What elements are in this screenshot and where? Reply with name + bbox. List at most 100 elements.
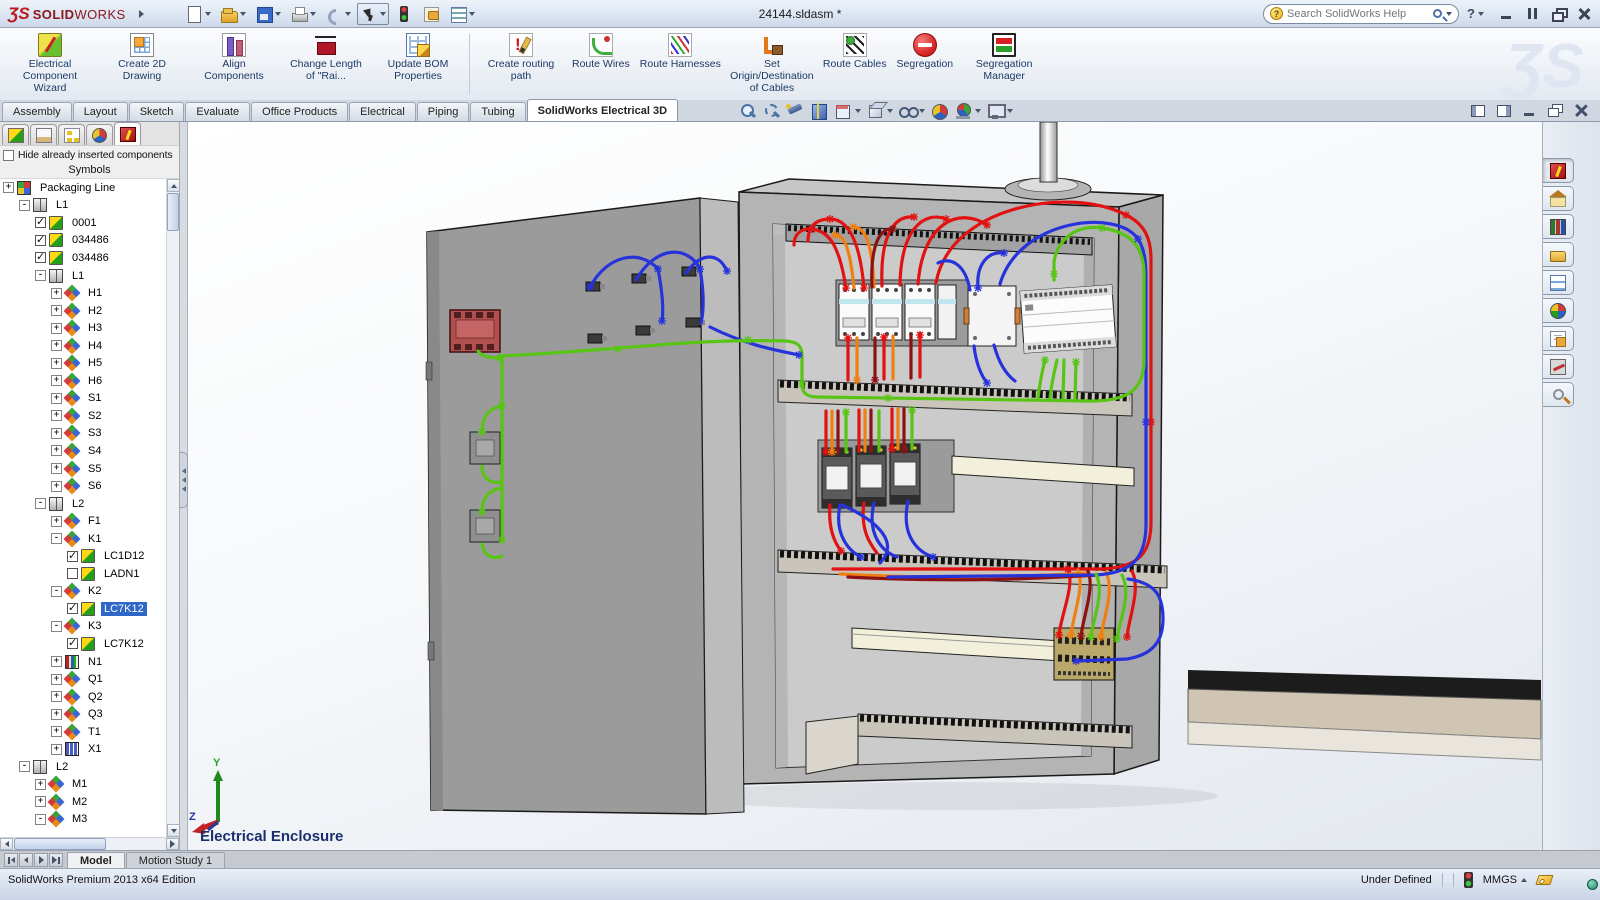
minimize-button[interactable] (1498, 7, 1514, 21)
tree-checkbox[interactable] (67, 638, 78, 649)
search-icon[interactable] (1433, 9, 1442, 18)
tab-sketch[interactable]: Sketch (129, 102, 185, 121)
tree-item-lc7k12[interactable]: LC7K12 (0, 600, 166, 618)
view-settings-button[interactable] (986, 102, 1013, 120)
print-button[interactable] (287, 3, 319, 25)
tree-item-ladn1[interactable]: LADN1 (0, 565, 166, 583)
help-search-box[interactable]: ? (1263, 4, 1459, 24)
dropdown-icon[interactable] (380, 12, 386, 16)
home-button[interactable] (1543, 186, 1574, 211)
tree-item-h2[interactable]: + H2 (0, 302, 166, 320)
first-study-button[interactable] (4, 853, 18, 867)
tree-checkbox[interactable] (35, 235, 46, 246)
tree-item-l1[interactable]: - L1 (0, 267, 166, 285)
tree-expander-icon[interactable]: + (51, 410, 62, 421)
search-tools-button[interactable] (1543, 382, 1574, 407)
create-2d-drawing-button[interactable]: Create 2D Drawing (96, 30, 188, 98)
tree-item-s5[interactable]: + S5 (0, 460, 166, 478)
custom-properties-button[interactable] (1543, 326, 1574, 351)
tree-item-h4[interactable]: + H4 (0, 337, 166, 355)
view-palette-button[interactable] (1543, 270, 1574, 295)
panes-button[interactable] (1524, 7, 1540, 21)
tree-item-h1[interactable]: + H1 (0, 284, 166, 302)
dropdown-icon[interactable] (975, 109, 981, 113)
search-dropdown-icon[interactable] (1446, 12, 1452, 16)
doc-pane-left-button[interactable] (1469, 103, 1486, 117)
tree-item-m3[interactable]: - M3 (0, 811, 166, 829)
doc-minimize-button[interactable] (1521, 103, 1538, 117)
zoom-area-button[interactable] (762, 102, 781, 120)
new-document-button[interactable] (182, 3, 214, 25)
route-harnesses-button[interactable]: Route Harnesses (635, 30, 726, 98)
dropdown-icon[interactable] (205, 12, 211, 16)
tree-expander-icon[interactable]: - (19, 200, 30, 211)
segregation-button[interactable]: Segregation (892, 30, 959, 98)
electrical-component-wizard-button[interactable]: Electrical Component Wizard (4, 30, 96, 98)
tree-checkbox[interactable] (67, 568, 78, 579)
tree-expander-icon[interactable]: + (51, 358, 62, 369)
tree-item-m1[interactable]: + M1 (0, 776, 166, 794)
select-button[interactable] (357, 3, 389, 25)
options-button[interactable] (446, 3, 478, 25)
tree-item-k2[interactable]: - K2 (0, 583, 166, 601)
tree-item-packaging-line[interactable]: + Packaging Line (0, 179, 166, 197)
search-input[interactable] (1287, 8, 1429, 20)
toolbar-overflow-button[interactable] (136, 4, 148, 24)
tree-expander-icon[interactable]: + (51, 691, 62, 702)
open-button[interactable] (217, 3, 249, 25)
tree-expander-icon[interactable]: - (51, 533, 62, 544)
tree-expander-icon[interactable]: + (3, 182, 14, 193)
change-length-of-rai-button[interactable]: Change Length of "Rai... (280, 30, 372, 98)
tree-expander-icon[interactable]: + (51, 445, 62, 456)
tree-item-h6[interactable]: + H6 (0, 372, 166, 390)
doc-cascade-button[interactable] (1547, 103, 1564, 117)
tree-expander-icon[interactable]: + (51, 288, 62, 299)
tree-expander-icon[interactable]: + (51, 375, 62, 386)
appearances-button[interactable] (1543, 298, 1574, 323)
tree-expander-icon[interactable]: + (51, 428, 62, 439)
dropdown-icon[interactable] (275, 12, 281, 16)
close-button[interactable] (1576, 7, 1592, 21)
tree-expander-icon[interactable]: + (51, 744, 62, 755)
panel-splitter[interactable] (180, 122, 188, 850)
tree-item-lc1d12[interactable]: LC1D12 (0, 547, 166, 565)
tree-item-k1[interactable]: - K1 (0, 530, 166, 548)
scroll-left-button[interactable] (0, 838, 13, 850)
tree-expander-icon[interactable]: - (51, 586, 62, 597)
undo-button[interactable] (322, 3, 354, 25)
tree-item-s4[interactable]: + S4 (0, 442, 166, 460)
scroll-up-button[interactable] (167, 179, 179, 192)
edit-appearance-button[interactable] (930, 102, 949, 120)
tree-item-s1[interactable]: + S1 (0, 390, 166, 408)
panel-collapse-handle[interactable] (180, 452, 188, 508)
align-components-button[interactable]: Align Components (188, 30, 280, 98)
cascade-button[interactable] (1550, 7, 1566, 21)
view-orientation-button[interactable] (834, 102, 861, 120)
tab-motion-study-1[interactable]: Motion Study 1 (126, 852, 225, 868)
doc-close-button[interactable] (1573, 103, 1590, 117)
tree-checkbox[interactable] (35, 252, 46, 263)
tree-expander-icon[interactable]: - (35, 270, 46, 281)
tree-item-t1[interactable]: + T1 (0, 723, 166, 741)
tree-expander-icon[interactable]: + (35, 779, 46, 790)
segregation-manager-button[interactable]: Segregation Manager (958, 30, 1050, 98)
scrollbar-thumb[interactable] (167, 193, 179, 231)
tree-item-l2[interactable]: - L2 (0, 495, 166, 513)
zoom-fit-button[interactable] (738, 102, 757, 120)
tree-item-q3[interactable]: + Q3 (0, 705, 166, 723)
design-library-button[interactable] (1543, 214, 1574, 239)
tree-expander-icon[interactable]: + (51, 516, 62, 527)
create-routing-path-button[interactable]: Create routing path (475, 30, 567, 98)
prev-study-button[interactable] (19, 853, 33, 867)
tree-item-q1[interactable]: + Q1 (0, 670, 166, 688)
tab-electrical[interactable]: Electrical (349, 102, 416, 121)
tree-expander-icon[interactable]: + (51, 481, 62, 492)
tree-horizontal-scrollbar[interactable] (0, 837, 179, 850)
dropdown-icon[interactable] (345, 12, 351, 16)
file-explorer-button[interactable] (1543, 242, 1574, 267)
tree-item-034486[interactable]: 034486 (0, 232, 166, 250)
units-selector[interactable]: MMGS (1483, 874, 1527, 886)
tree-expander-icon[interactable]: + (51, 463, 62, 474)
panel-symbols-tab[interactable] (2, 124, 29, 145)
tab-tubing[interactable]: Tubing (470, 102, 525, 121)
